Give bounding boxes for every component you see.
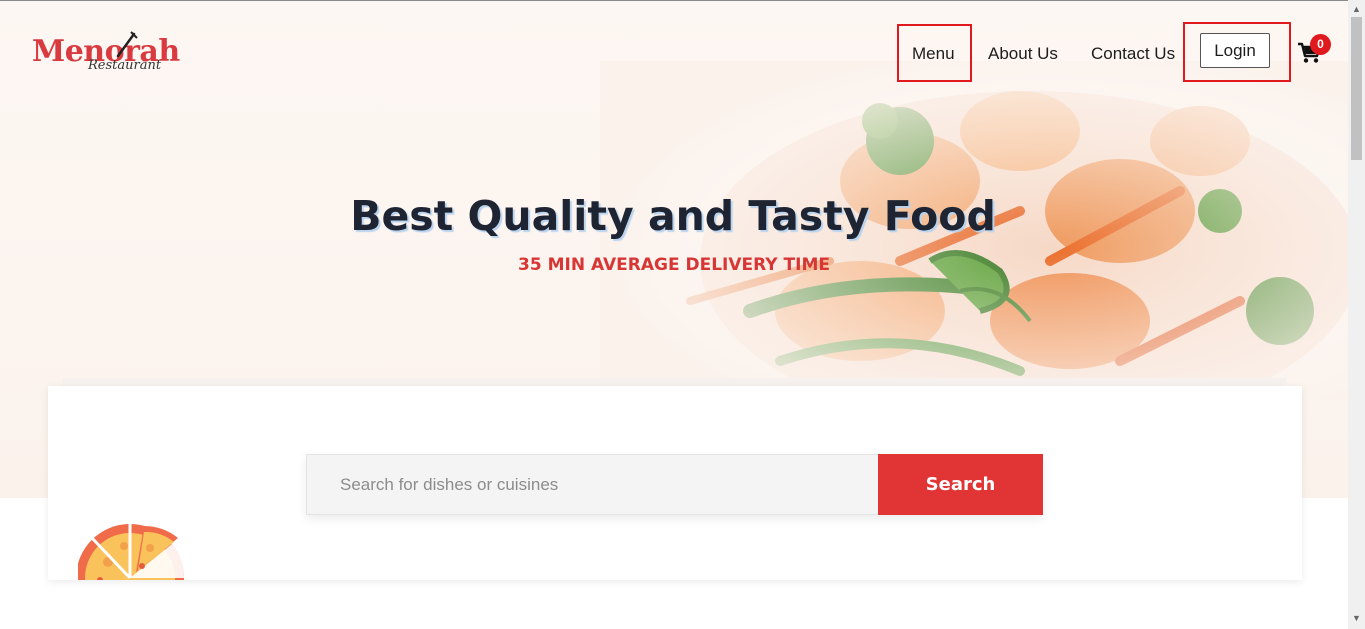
search-bar: Search bbox=[306, 454, 1043, 515]
search-button[interactable]: Search bbox=[878, 454, 1043, 515]
cart-count-badge: 0 bbox=[1310, 34, 1331, 55]
pizza-icon bbox=[78, 524, 185, 580]
nav-item-menu[interactable]: Menu bbox=[912, 44, 955, 64]
scroll-down-arrow-icon[interactable]: ▼ bbox=[1352, 613, 1361, 623]
login-button[interactable]: Login bbox=[1200, 33, 1270, 68]
nav-item-about-us[interactable]: About Us bbox=[988, 44, 1058, 64]
scroll-up-arrow-icon[interactable]: ▲ bbox=[1352, 4, 1361, 14]
fork-icon bbox=[116, 31, 138, 58]
vertical-scrollbar[interactable]: ▲ ▼ bbox=[1348, 0, 1365, 629]
search-card: Search bbox=[48, 386, 1302, 580]
hero-title: Best Quality and Tasty Food bbox=[350, 192, 996, 240]
search-input[interactable] bbox=[306, 454, 878, 515]
nav-item-contact-us[interactable]: Contact Us bbox=[1091, 44, 1175, 64]
hero-subtitle: 35 MIN AVERAGE DELIVERY TIME bbox=[518, 255, 830, 275]
brand-tagline: Restaurant bbox=[88, 58, 162, 73]
scroll-thumb[interactable] bbox=[1351, 17, 1362, 160]
brand-logo[interactable]: Menorah Restaurant bbox=[32, 30, 192, 78]
